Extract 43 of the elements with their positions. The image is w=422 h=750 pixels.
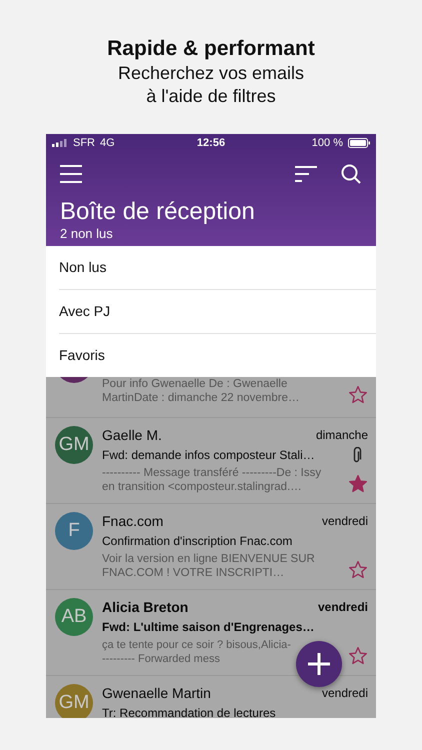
sender-name: Alicia Breton [102, 598, 188, 616]
message-date: vendredi [318, 599, 368, 616]
message-subject: Tr: Recommandation de lectures [102, 705, 276, 718]
signal-icon [52, 139, 68, 147]
message-date: vendredi [322, 685, 368, 702]
message-date: vendredi [322, 513, 368, 530]
sender-name: Fnac.com [102, 512, 164, 530]
promo-subtitle: Recherchez vos emails [116, 62, 306, 85]
message-preview: ça te tente pour ce soir ? bisous,Alicia---------- Forwarded mess [102, 638, 292, 666]
star-icon[interactable] [348, 560, 368, 580]
promo-subtitle: à l'aide de filtres [145, 85, 277, 108]
carrier-label: SFR [73, 137, 95, 149]
avatar: GM [55, 426, 93, 464]
avatar: AB [55, 598, 93, 636]
compose-button[interactable] [296, 641, 342, 687]
avatar: F [55, 512, 93, 550]
mailbox-title: Boîte de réception [59, 197, 256, 226]
message-date: dimanche [316, 427, 368, 444]
sender-name: Gwenaelle Martin [102, 684, 211, 702]
star-icon[interactable] [348, 385, 368, 405]
battery-icon [348, 138, 370, 148]
filter-menu-item[interactable]: Non lus [59, 246, 376, 290]
network-label: 4G [100, 137, 115, 149]
message-preview: Voir la version en ligne BIENVENUE SUR FNAC.COM ! VOTRE INSCRIPTI… [102, 552, 316, 580]
star-icon[interactable] [348, 646, 368, 666]
clock: 12:56 [196, 137, 226, 149]
menu-icon[interactable] [60, 165, 82, 183]
message-preview: ---------- Message transféré ---------De : Issy en transition <composteur.stalingrad.… [102, 466, 322, 494]
plus-icon [308, 653, 330, 675]
filter-menu-item[interactable]: Avec PJ [59, 290, 376, 334]
sort-icon[interactable] [295, 166, 317, 182]
sender-name: Gaelle M. [102, 426, 162, 444]
message-preview: Pour info Gwenaelle De : Gwenaelle MartinDate : dimanche 22 novembre… [102, 377, 301, 405]
search-icon[interactable] [341, 164, 361, 184]
battery-label: 100 % [312, 137, 343, 149]
unread-count: 2 non lus [59, 226, 114, 242]
avatar: GM [55, 684, 93, 718]
filled-star-icon[interactable] [348, 474, 368, 494]
message-subject: Fwd: demande infos composteur Stali… [102, 447, 315, 464]
filter-menu-item[interactable]: Favoris [59, 334, 376, 377]
message-subject: Fwd: L'ultime saison d'Engrenages… [102, 619, 314, 636]
message-subject: Confirmation d'inscription Fnac.com [102, 533, 292, 550]
promo-title: Rapide & performant [106, 36, 316, 62]
